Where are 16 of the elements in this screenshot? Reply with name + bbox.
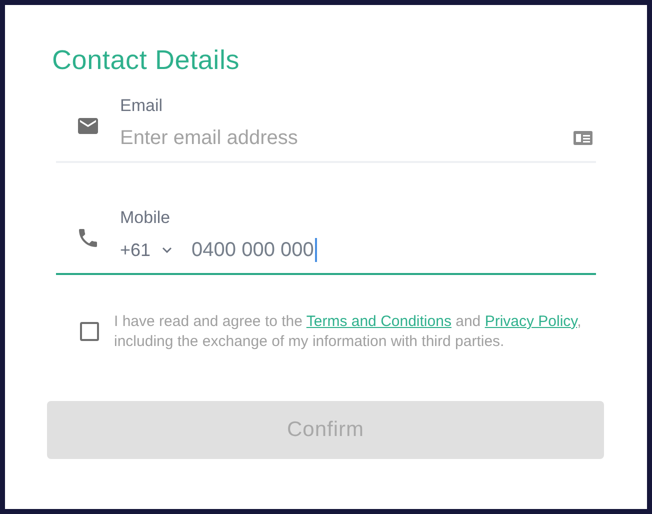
phone-icon bbox=[76, 226, 100, 250]
mobile-field[interactable]: Mobile +61 0400 000 000 bbox=[56, 207, 596, 275]
country-code-select[interactable]: +61 bbox=[120, 240, 172, 260]
agreement-checkbox[interactable] bbox=[80, 322, 99, 341]
field-label: Email bbox=[120, 95, 163, 117]
text-cursor bbox=[314, 238, 317, 262]
email-placeholder: Enter email address bbox=[120, 126, 299, 150]
chevron-down-icon bbox=[162, 247, 172, 253]
agreement-link[interactable]: Privacy Policy bbox=[484, 313, 578, 330]
contact-card-icon[interactable] bbox=[573, 130, 593, 146]
agreement-link[interactable]: Terms and Conditions bbox=[306, 313, 452, 330]
field-label: Mobile bbox=[120, 207, 170, 229]
email-field[interactable]: Email Enter email address bbox=[56, 95, 596, 163]
form-title: Contact Details bbox=[52, 45, 241, 75]
agreement-text: I have read and agree to the Terms and Conditions and Privacy Policy, including the exchange of my information with third parties. bbox=[114, 312, 582, 351]
phone-number-value: 0400 000 000 bbox=[192, 238, 314, 262]
